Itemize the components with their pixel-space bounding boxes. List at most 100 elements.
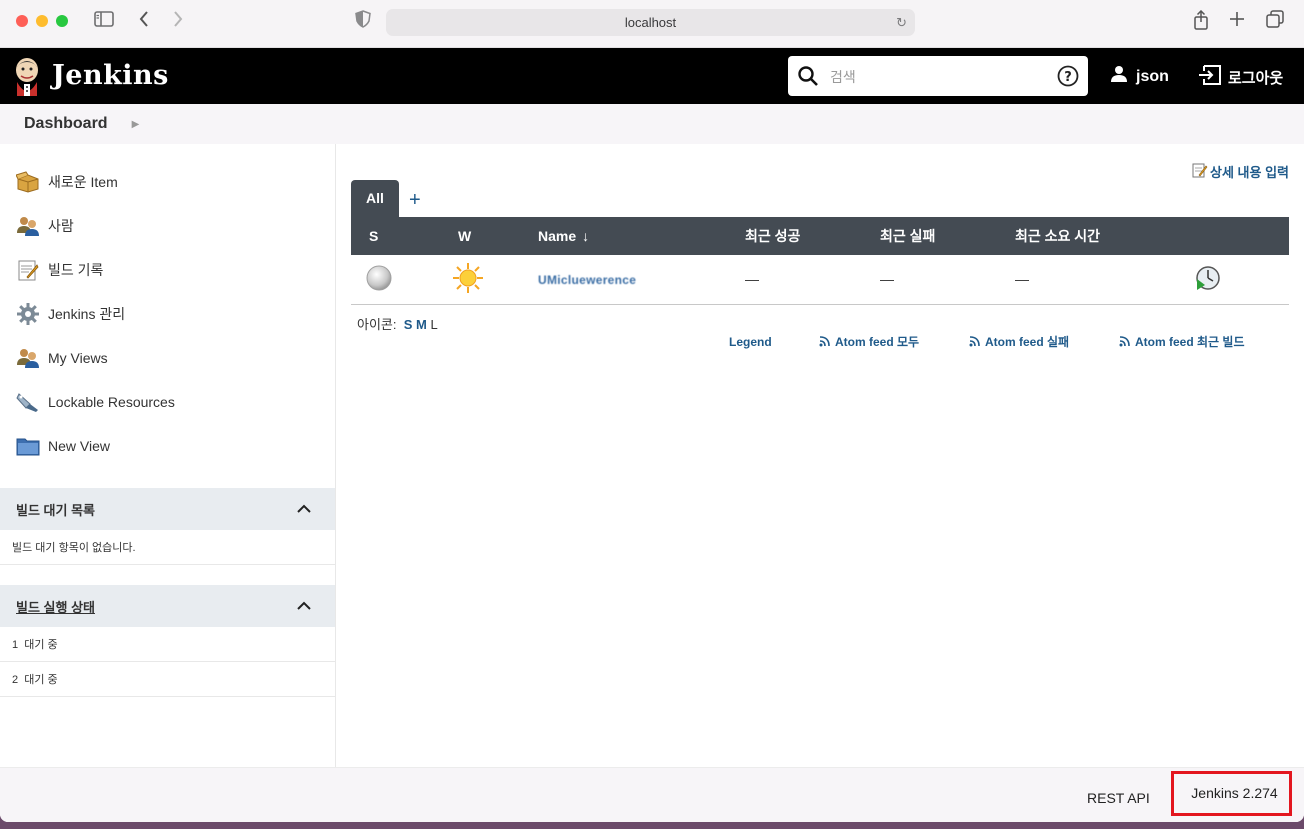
sidebar-item-label: Lockable Resources [48,394,175,410]
executor-panel: 빌드 실행 상태 1 대기 중 2 대기 중 [0,585,335,697]
jenkins-logo-icon[interactable] [12,56,42,96]
atom-feed-latest-link[interactable]: Atom feed 최근 빌드 [1119,333,1245,350]
help-icon[interactable]: ? [1057,65,1079,92]
column-last-failure[interactable]: 최근 실패 [880,217,1015,255]
edit-description-label: 상세 내용 입력 [1210,165,1289,180]
rss-icon [819,336,830,347]
executor-title[interactable]: 빌드 실행 상태 [16,597,95,616]
minimize-window-button[interactable] [36,15,48,27]
zoom-window-button[interactable] [56,15,68,27]
atom-feed-all-link[interactable]: Atom feed 모두 [819,333,969,350]
sidebar: 새로운 Item 사람 빌드 기록 Jenkins 관리 My Views Lo… [0,144,336,767]
column-weather[interactable]: W [437,217,538,255]
sidebar-item-label: 새로운 Item [48,174,118,190]
column-last-success[interactable]: 최근 성공 [745,217,880,255]
browser-window: localhost ↻ Jenkins 검색 ? json 로그아웃 Dashb… [0,0,1304,822]
job-name-cell: UMicluewerence [538,255,745,305]
footer: REST API Jenkins 2.274 [0,767,1304,822]
not-built-ball-icon[interactable] [365,265,393,295]
rest-api-link[interactable]: REST API [1087,790,1150,806]
jenkins-header: Jenkins 검색 ? json 로그아웃 [0,48,1304,104]
sidebar-item-new-view[interactable]: New View [0,424,335,468]
user-icon [1110,65,1128,88]
column-name-label: Name [538,228,577,244]
search-input[interactable]: 검색 [830,67,856,87]
table-row: UMicluewerence — — — [351,255,1289,305]
folder-icon [16,434,40,458]
new-tab-icon[interactable] [1229,10,1245,32]
user-link[interactable]: json [1110,65,1169,88]
svg-text:?: ? [1064,70,1072,85]
view-tabs: All + [351,180,421,217]
breadcrumb-dashboard[interactable]: Dashboard [24,115,108,133]
username: json [1136,67,1169,85]
main-area: 새로운 Item 사람 빌드 기록 Jenkins 관리 My Views Lo… [0,144,1304,767]
people-icon [16,214,40,238]
gear-icon [16,302,40,326]
people-icon [16,346,40,370]
breadcrumb-chevron-icon[interactable]: ▶ [132,119,140,130]
build-queue-header[interactable]: 빌드 대기 목록 [0,488,335,530]
search-box[interactable]: 검색 ? [788,56,1088,96]
legend-link[interactable]: Legend [729,333,819,350]
column-last-duration[interactable]: 최근 소요 시간 [1015,217,1175,255]
jenkins-version-link[interactable]: Jenkins 2.274 [1171,771,1292,816]
executor-row: 2 대기 중 [0,662,335,697]
build-queue-empty: 빌드 대기 항목이 없습니다. [0,530,335,565]
forward-icon[interactable] [172,10,184,33]
column-status[interactable]: S [351,217,437,255]
collapse-chevron-icon[interactable] [297,599,311,614]
sidebar-item-label: My Views [48,350,108,366]
sidebar-item-new-item[interactable]: 새로운 Item [0,160,335,204]
search-icon [797,65,819,92]
privacy-shield-icon[interactable] [355,10,371,33]
icon-size-medium[interactable]: M [416,317,427,332]
share-icon[interactable] [1192,9,1210,35]
new-item-icon [16,170,40,194]
logout-button[interactable]: 로그아웃 [1198,65,1283,89]
atom-feed-all-label: Atom feed 모두 [835,335,920,349]
sidebar-item-lockable-resources[interactable]: Lockable Resources [0,380,335,424]
job-table: S W Name ↓ 최근 성공 최근 실패 최근 소요 시간 UMicluew… [351,217,1289,305]
lock-resources-icon [16,390,40,414]
back-icon[interactable] [138,10,150,33]
rss-icon [1119,336,1130,347]
collapse-chevron-icon[interactable] [297,502,311,517]
breadcrumb: Dashboard ▶ [0,104,1304,144]
column-name[interactable]: Name ↓ [538,217,745,255]
executor-header[interactable]: 빌드 실행 상태 [0,585,335,627]
icon-size-large: L [430,317,438,332]
address-bar[interactable]: localhost ↻ [386,9,915,36]
feed-links: Legend Atom feed 모두 Atom feed 실패 Atom fe… [729,333,1245,350]
reload-icon[interactable]: ↻ [896,9,907,36]
action-cell [1175,255,1289,305]
logout-icon [1198,65,1222,89]
icon-size-label: 아이콘: [357,317,397,332]
icon-size-small[interactable]: S [404,317,413,332]
atom-feed-failed-link[interactable]: Atom feed 실패 [969,333,1119,350]
jenkins-brand[interactable]: Jenkins [52,60,169,91]
sidebar-item-manage-jenkins[interactable]: Jenkins 관리 [0,292,335,336]
sidebar-toggle-icon[interactable] [94,10,114,32]
sidebar-item-label: 빌드 기록 [48,262,104,278]
add-view-tab[interactable]: + [409,189,421,211]
job-name-link[interactable]: UMicluewerence [538,273,636,287]
icon-size-selector: 아이콘: S M L [357,314,438,333]
close-window-button[interactable] [16,15,28,27]
atom-feed-failed-label: Atom feed 실패 [985,335,1070,349]
tab-overview-icon[interactable] [1266,10,1284,33]
sidebar-item-label: Jenkins 관리 [48,306,126,322]
edit-description-icon [1192,162,1208,181]
sunny-weather-icon[interactable] [452,262,484,297]
sidebar-item-people[interactable]: 사람 [0,204,335,248]
tab-all[interactable]: All [351,180,399,217]
sidebar-item-my-views[interactable]: My Views [0,336,335,380]
build-queue-title: 빌드 대기 목록 [16,502,95,518]
sort-arrow-icon: ↓ [582,228,590,244]
weather-cell [437,255,538,305]
edit-description-link[interactable]: 상세 내용 입력 [1192,162,1289,181]
column-actions [1175,217,1289,255]
build-queue-panel: 빌드 대기 목록 빌드 대기 항목이 없습니다. [0,488,335,565]
schedule-build-icon[interactable] [1195,266,1221,294]
sidebar-item-build-history[interactable]: 빌드 기록 [0,248,335,292]
